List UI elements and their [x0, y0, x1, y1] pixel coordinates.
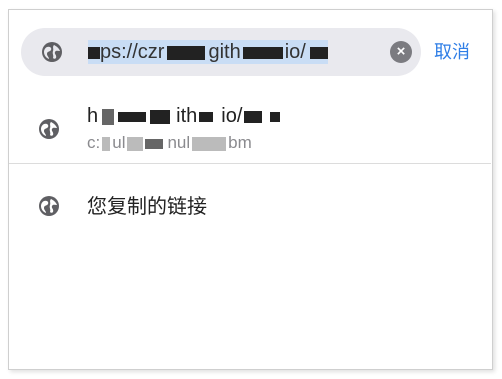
redacted-block — [242, 46, 283, 59]
close-icon: × — [396, 43, 406, 60]
divider — [9, 163, 491, 164]
redacted-block — [145, 138, 164, 149]
redacted-block — [192, 136, 227, 151]
url-part: io/ — [284, 41, 306, 63]
redacted-block — [150, 109, 171, 124]
redacted-block — [127, 136, 144, 151]
url-part: ps://czr — [100, 41, 165, 63]
subtitle-part: nul — [167, 133, 191, 152]
suggestion-title: h ith io/ — [87, 103, 281, 129]
redacted-block — [270, 111, 281, 122]
redacted-block — [199, 111, 214, 122]
redacted-block — [244, 110, 263, 123]
title-part: h — [87, 105, 99, 127]
redacted-block — [102, 108, 115, 125]
url-part: gith — [208, 41, 241, 63]
redacted-block — [88, 46, 100, 59]
globe-icon — [38, 195, 60, 217]
suggestion-subtitle: c: ul nul bm — [87, 132, 252, 154]
redacted-block — [167, 45, 206, 60]
copied-link-label: 您复制的链接 — [87, 196, 207, 218]
subtitle-part: ul — [112, 133, 126, 152]
address-input[interactable]: ps://czr gith io/ — [88, 40, 328, 64]
globe-icon — [38, 118, 60, 140]
title-part: ith — [176, 105, 198, 127]
clear-button[interactable]: × — [390, 41, 412, 63]
address-bar[interactable]: ps://czr gith io/ × — [21, 28, 421, 76]
subtitle-part: bm — [228, 133, 252, 152]
redacted-block — [309, 46, 328, 59]
redacted-block — [118, 111, 147, 122]
subtitle-part: c: — [87, 133, 101, 152]
title-part: io/ — [221, 105, 243, 127]
globe-icon — [41, 41, 63, 63]
cancel-button[interactable]: 取消 — [434, 41, 470, 63]
redacted-block — [102, 136, 111, 151]
